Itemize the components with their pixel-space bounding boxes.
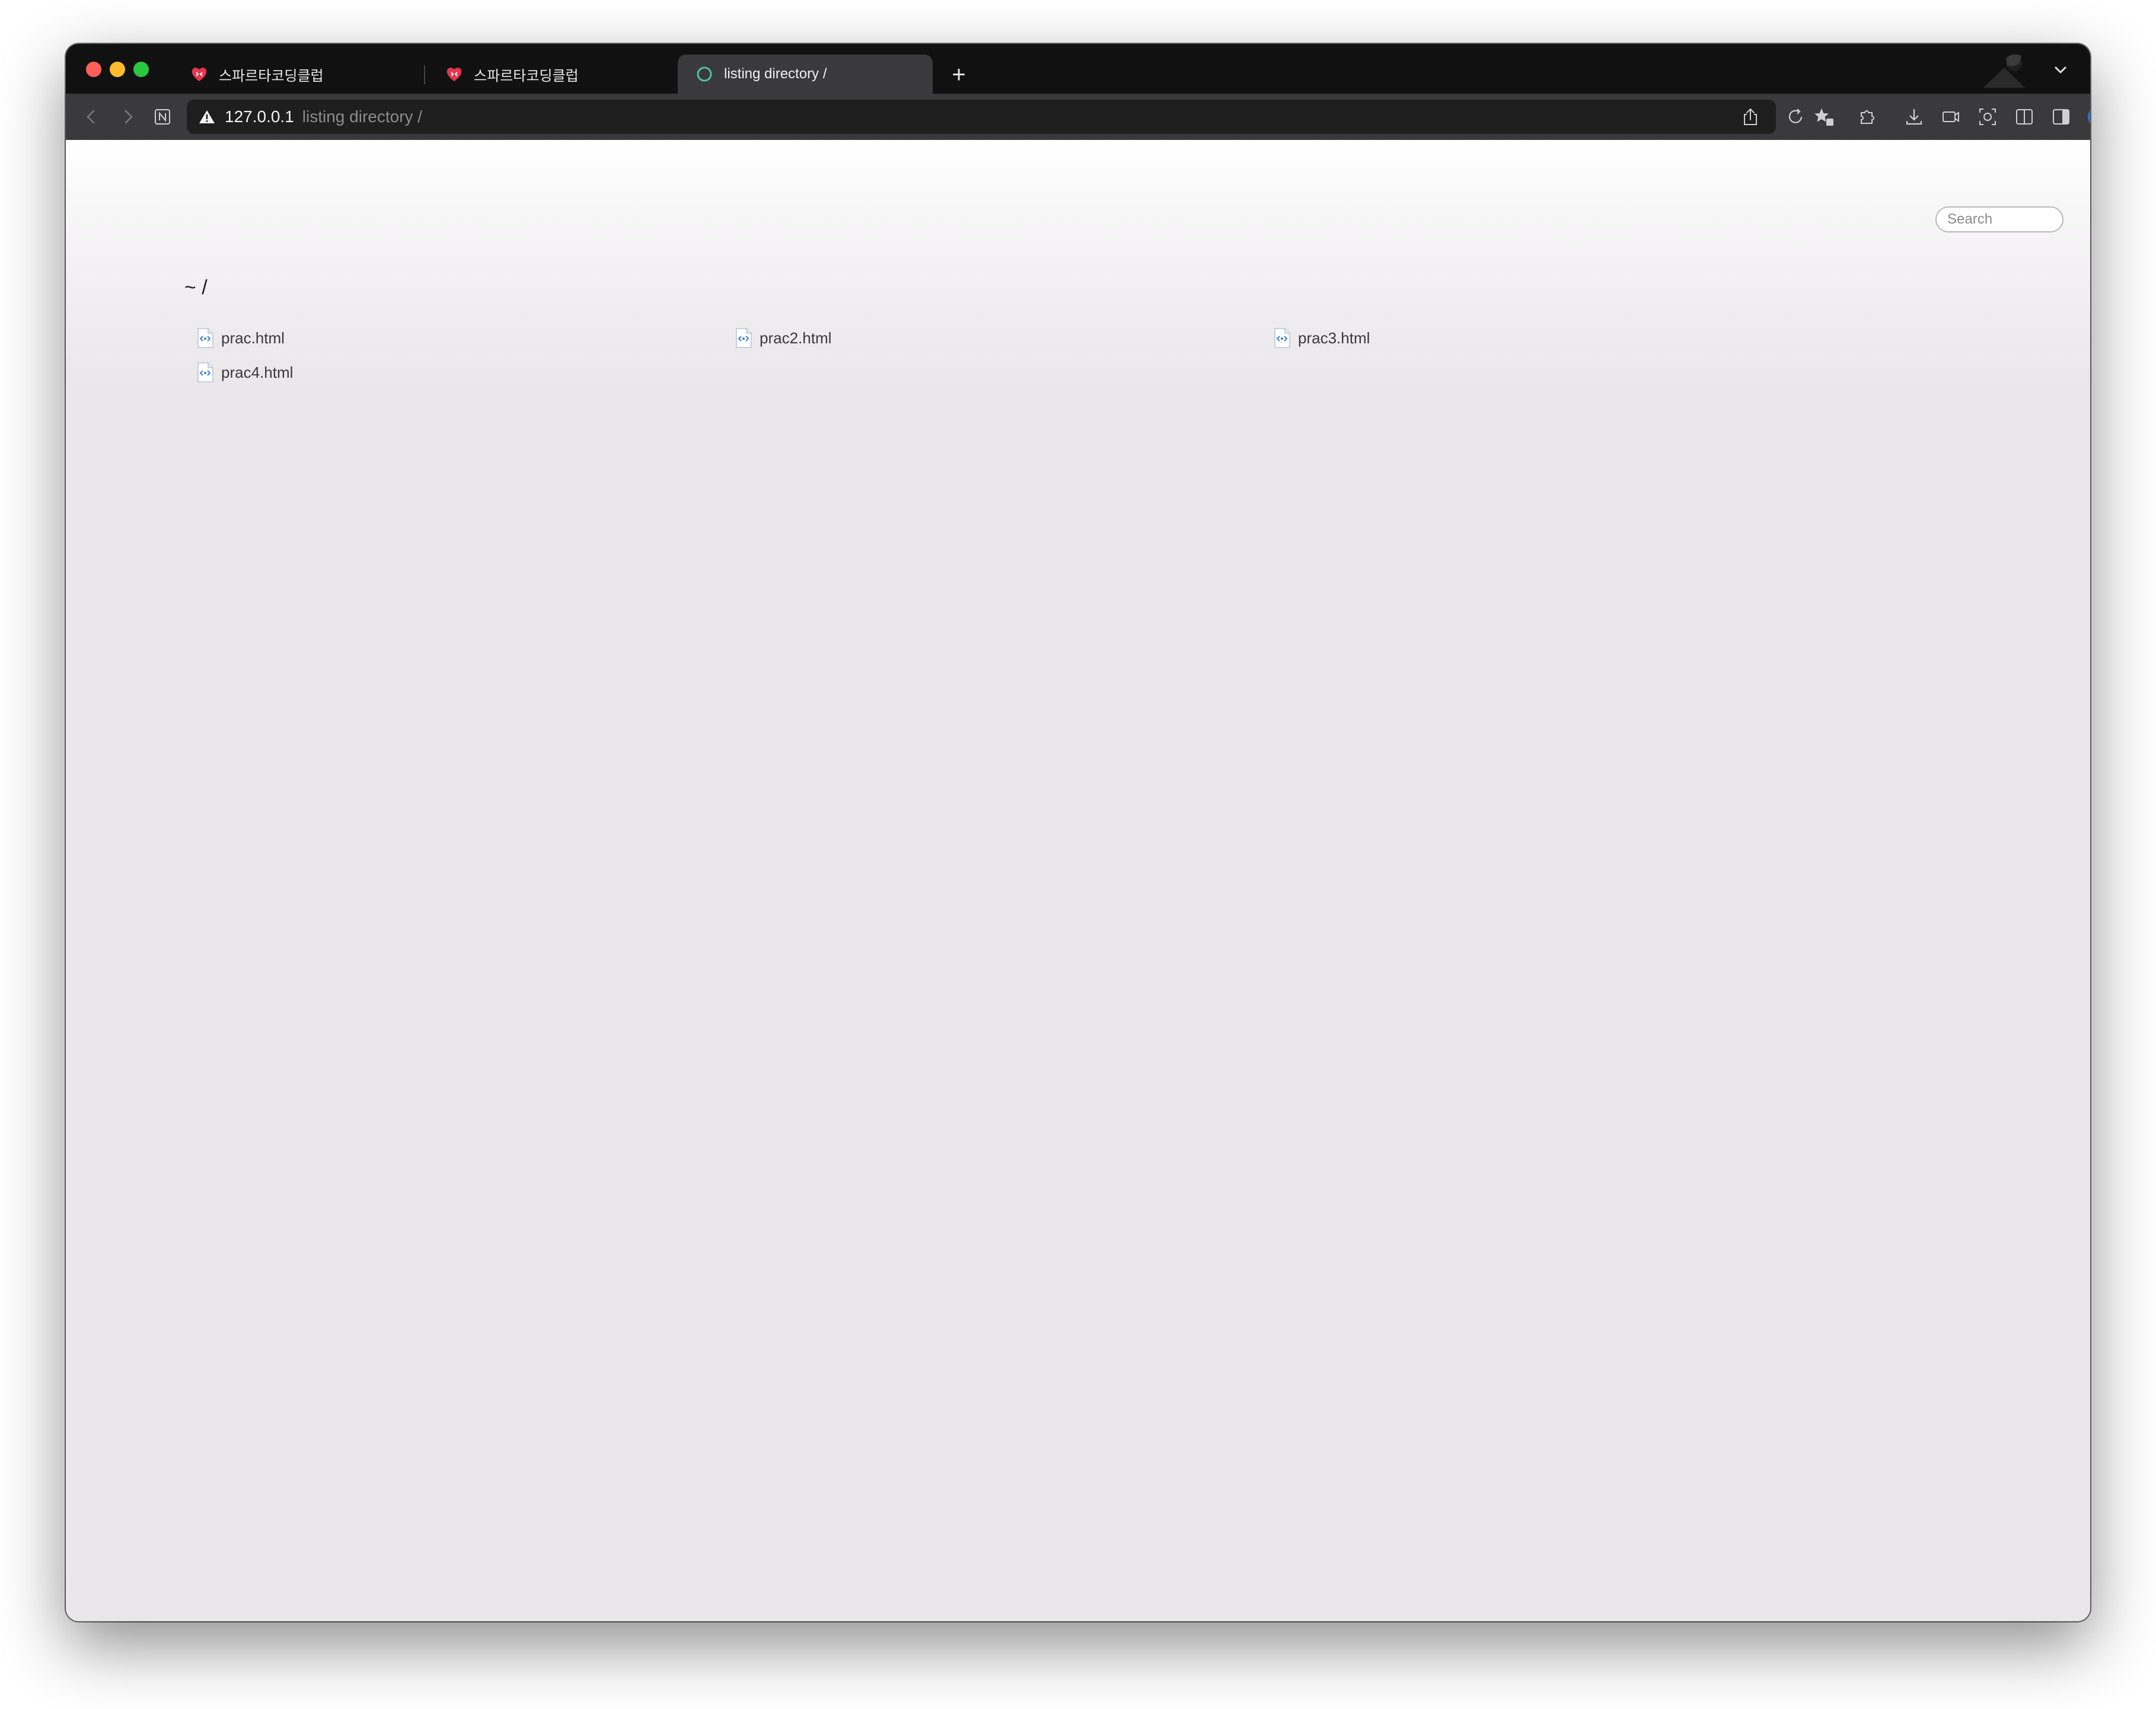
file-name: prac.html xyxy=(221,329,285,347)
html-file-icon xyxy=(197,328,213,348)
html-file-icon xyxy=(1274,328,1290,348)
browser-window: 스파르타코딩클럽 스파르타코딩클럽 listing directory / + xyxy=(66,44,2090,1621)
file-name: prac4.html xyxy=(221,363,294,381)
file-link-prac2[interactable]: prac2.html xyxy=(735,326,831,350)
notion-extension-icon[interactable] xyxy=(149,103,176,130)
warning-icon[interactable] xyxy=(199,108,216,126)
tab-spartacoding-2[interactable]: 스파르타코딩클럽 xyxy=(428,55,677,94)
browser-toolbar: 127.0.0.1 listing directory / xyxy=(66,94,2090,140)
tab-search-chevron-icon[interactable] xyxy=(2049,58,2072,82)
heart-logo-icon xyxy=(190,65,208,83)
file-link-prac4[interactable]: prac4.html xyxy=(196,361,293,384)
back-button[interactable] xyxy=(78,103,105,130)
split-view-icon[interactable] xyxy=(2012,104,2037,129)
address-bar[interactable]: 127.0.0.1 listing directory / xyxy=(187,100,1776,134)
html-file-icon xyxy=(736,328,752,348)
tab-label: 스파르타코딩클럽 xyxy=(219,68,324,84)
html-file-icon xyxy=(197,362,213,382)
file-name: prac3.html xyxy=(1298,329,1370,347)
forward-button[interactable] xyxy=(114,103,142,130)
address-host: 127.0.0.1 xyxy=(225,107,294,126)
video-capture-icon[interactable] xyxy=(1938,104,1963,129)
profile-avatar[interactable]: 0 xyxy=(2088,107,2090,127)
address-page-title: listing directory / xyxy=(302,107,423,126)
heart-logo-icon xyxy=(445,65,463,83)
tab-label: listing directory / xyxy=(724,66,827,82)
zoom-window-button[interactable] xyxy=(133,62,149,77)
screenshot-icon[interactable] xyxy=(1975,104,2000,129)
new-tab-button[interactable]: + xyxy=(942,58,975,91)
sidebar-panel-icon[interactable] xyxy=(2049,104,2074,129)
tab-label: 스파르타코딩클럽 xyxy=(474,68,579,84)
page-content: ~ / prac.html prac2.html prac3.html prac… xyxy=(66,140,2090,1621)
tab-listing-directory[interactable]: listing directory / xyxy=(678,55,933,94)
file-link-prac3[interactable]: prac3.html xyxy=(1273,326,1370,350)
chevron-right-icon xyxy=(125,110,133,124)
browser-badge-icon xyxy=(1978,50,2031,88)
minimize-window-button[interactable] xyxy=(110,62,125,77)
loading-circle-icon xyxy=(696,65,713,83)
file-name: prac2.html xyxy=(760,329,832,347)
breadcrumb: ~ / xyxy=(184,276,208,299)
file-link-prac[interactable]: prac.html xyxy=(196,326,285,350)
chevron-left-icon xyxy=(87,110,95,124)
share-icon[interactable] xyxy=(1740,107,1760,127)
tab-spartacoding-1[interactable]: 스파르타코딩클럽 xyxy=(173,55,422,94)
extensions-puzzle-icon[interactable] xyxy=(1854,104,1879,129)
tab-divider xyxy=(424,65,425,84)
close-window-button[interactable] xyxy=(86,62,101,77)
tab-strip: 스파르타코딩클럽 스파르타코딩클럽 listing directory / + xyxy=(66,44,2090,94)
download-icon[interactable] xyxy=(1902,104,1927,129)
refresh-extension-icon[interactable] xyxy=(1783,104,1808,129)
search-input[interactable] xyxy=(1935,206,2063,232)
bookmarks-star-icon[interactable] xyxy=(1811,104,1836,129)
